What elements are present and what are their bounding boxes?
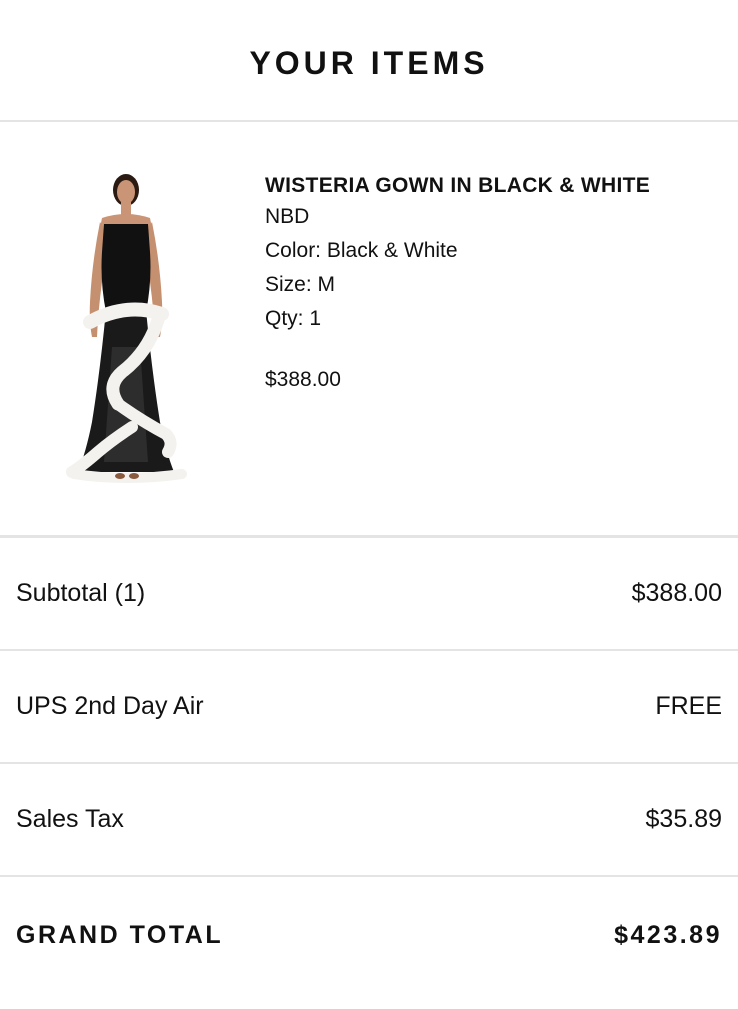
product-qty: Qty: 1 [265, 307, 322, 330]
product-brand: NBD [265, 205, 310, 228]
subtotal-row: Subtotal (1) $388.00 [0, 538, 738, 651]
product-price: $388.00 [265, 368, 341, 391]
product-info: WISTERIA GOWN IN BLACK & WHITE NBD Color… [265, 172, 718, 394]
face-shape [117, 180, 135, 204]
tax-value: $35.89 [645, 805, 722, 833]
product-name[interactable]: WISTERIA GOWN IN BLACK & WHITE [265, 172, 718, 200]
product-color: Color: Black & White [265, 239, 458, 262]
product-image[interactable] [62, 172, 190, 484]
page-header: YOUR ITEMS [0, 0, 738, 122]
shipping-row: UPS 2nd Day Air FREE [0, 651, 738, 764]
shipping-label: UPS 2nd Day Air [16, 692, 204, 720]
grand-total-row: GRAND TOTAL $423.89 [0, 877, 738, 993]
subtotal-value: $388.00 [631, 579, 722, 607]
tax-label: Sales Tax [16, 805, 124, 833]
page-title: YOUR ITEMS [249, 44, 489, 81]
grand-total-label: GRAND TOTAL [16, 920, 224, 949]
tax-row: Sales Tax $35.89 [0, 764, 738, 877]
shipping-value: FREE [655, 692, 722, 720]
grand-total-value: $423.89 [614, 920, 722, 949]
subtotal-label: Subtotal (1) [16, 579, 146, 607]
product-size: Size: M [265, 273, 336, 296]
cart-item: WISTERIA GOWN IN BLACK & WHITE NBD Color… [0, 122, 738, 538]
